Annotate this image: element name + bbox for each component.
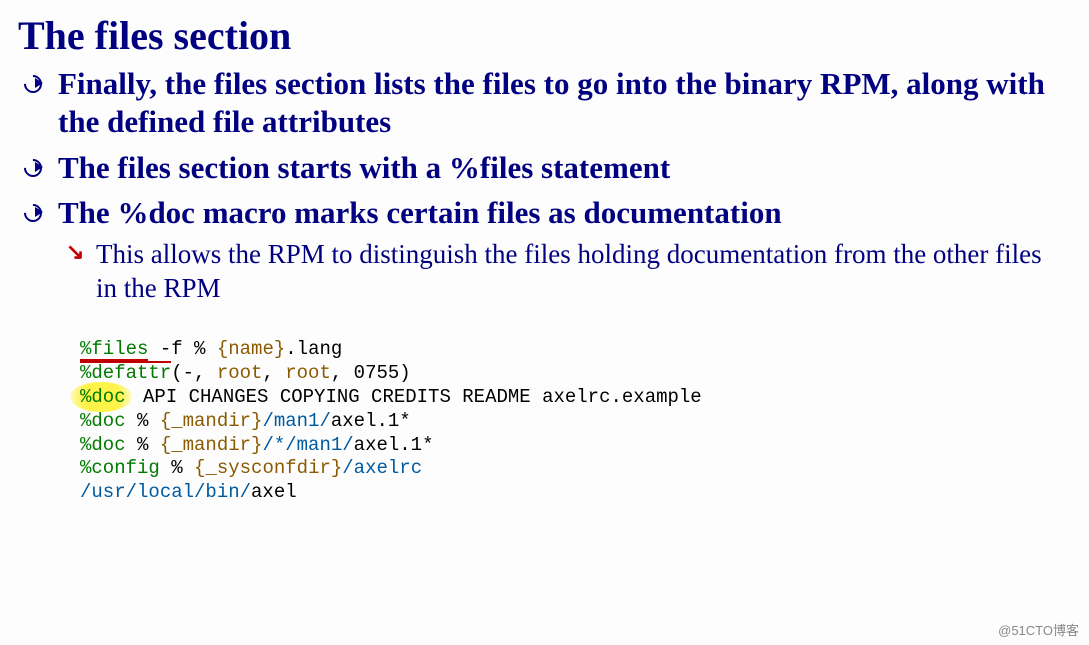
bullet-2-text-c: statement (533, 150, 670, 185)
code-l1-d: .lang (285, 338, 342, 360)
bullet-3-macro: %doc (117, 195, 195, 230)
code-l5-d: /*/man1/ (262, 434, 353, 456)
sub-bullet-1: This allows the RPM to distinguish the f… (62, 238, 1069, 306)
code-l2-d: , (262, 362, 285, 384)
code-l6-c: {_sysconfdir} (194, 457, 342, 479)
bullet-3-text-c: macro marks certain files as documentati… (195, 195, 782, 230)
code-l4-c: {_mandir} (160, 410, 263, 432)
code-l5-e: axel.1* (354, 434, 434, 456)
code-l3-macro: %doc (80, 386, 126, 408)
code-l1-c: {name} (217, 338, 285, 360)
bullet-1-text: Finally, the files section lists the fil… (58, 66, 1045, 139)
code-l4-macro: %doc (80, 410, 126, 432)
code-l2-e: root (285, 362, 331, 384)
watermark: @51CTO博客 (998, 620, 1079, 639)
code-l5-c: {_mandir} (160, 434, 263, 456)
code-l4-e: axel.1* (331, 410, 411, 432)
code-l1-b: -f % (148, 338, 216, 360)
code-l7-b: axel (251, 481, 297, 503)
bullet-2-macro: %files (449, 150, 533, 185)
code-l2-b: (-, (171, 362, 217, 384)
code-l6-b: % (160, 457, 194, 479)
bullet-3: The %doc macro marks certain files as do… (20, 194, 1069, 305)
bullet-1: Finally, the files section lists the fil… (20, 65, 1069, 141)
sub-bullet-1-text: This allows the RPM to distinguish the f… (96, 239, 1042, 303)
code-l2-c: root (217, 362, 263, 384)
code-l2-f: , 0755) (331, 362, 411, 384)
code-block: %files -f % {name}.lang %defattr(-, root… (80, 314, 1069, 505)
code-l6-d: /axelrc (342, 457, 422, 479)
bullet-2: The files section starts with a %files s… (20, 149, 1069, 187)
code-l5-macro: %doc (80, 434, 126, 456)
code-l3-b: API CHANGES COPYING CREDITS README axelr… (132, 386, 702, 408)
slide-title: The files section (18, 12, 1069, 59)
code-l5-b: % (126, 434, 160, 456)
code-l4-b: % (126, 410, 160, 432)
code-l2-macro: %defattr (80, 362, 171, 384)
code-l1-macro: %files (80, 338, 148, 360)
bullet-2-text-a: The files section starts with a (58, 150, 449, 185)
bullet-list: Finally, the files section lists the fil… (20, 65, 1069, 306)
code-l7-a: /usr/local/bin/ (80, 481, 251, 503)
bullet-3-text-a: The (58, 195, 117, 230)
sub-bullet-list: This allows the RPM to distinguish the f… (62, 238, 1069, 306)
code-l6-macro: %config (80, 457, 160, 479)
code-l4-d: /man1/ (262, 410, 330, 432)
